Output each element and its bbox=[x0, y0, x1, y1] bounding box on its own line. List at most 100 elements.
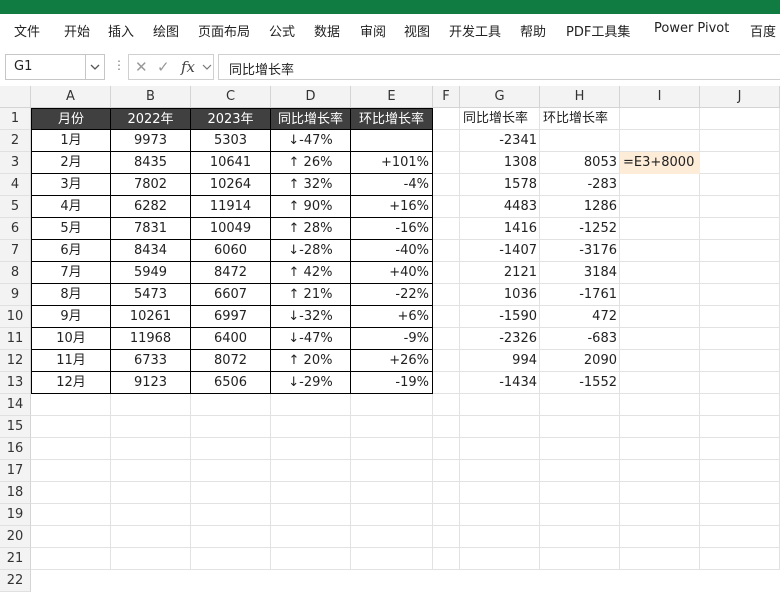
row-header-3[interactable]: 3 bbox=[0, 152, 31, 174]
grid-cell[interactable] bbox=[351, 394, 433, 416]
column-header-g[interactable]: G bbox=[460, 86, 540, 108]
grid-cell[interactable] bbox=[111, 438, 191, 460]
table-header-cell[interactable]: 环比增长率 bbox=[351, 108, 433, 130]
grid-cell[interactable] bbox=[111, 460, 191, 482]
table-cell[interactable]: 4月 bbox=[31, 196, 111, 218]
helper-value-cell[interactable]: -1252 bbox=[540, 218, 620, 240]
grid-cell[interactable] bbox=[191, 526, 271, 548]
grid-cell[interactable] bbox=[460, 482, 540, 504]
grid-cell[interactable] bbox=[351, 438, 433, 460]
helper-value-cell[interactable]: -1407 bbox=[460, 240, 540, 262]
helper-value-cell[interactable]: 1036 bbox=[460, 284, 540, 306]
ribbon-tab[interactable]: 绘图 bbox=[153, 21, 179, 40]
ribbon-tab[interactable]: 百度 bbox=[750, 21, 776, 40]
grid-cell[interactable] bbox=[433, 482, 460, 504]
ribbon-tab[interactable]: 帮助 bbox=[520, 21, 546, 40]
ribbon-tab[interactable]: 开始 bbox=[64, 21, 90, 40]
table-cell[interactable]: 9月 bbox=[31, 306, 111, 328]
ribbon-tab[interactable]: 文件 bbox=[14, 21, 40, 40]
table-cell[interactable]: -16% bbox=[351, 218, 433, 240]
grid-cell[interactable] bbox=[271, 394, 351, 416]
row-header-2[interactable]: 2 bbox=[0, 130, 31, 152]
table-cell[interactable]: 10641 bbox=[191, 152, 271, 174]
grid-cell[interactable] bbox=[433, 240, 460, 262]
grid-cell[interactable] bbox=[620, 350, 700, 372]
table-cell[interactable]: 9123 bbox=[111, 372, 191, 394]
table-cell[interactable] bbox=[351, 130, 433, 152]
more-options-icon[interactable]: ⋮ bbox=[113, 58, 125, 72]
ribbon-tab[interactable]: PDF工具集 bbox=[566, 21, 630, 40]
grid-cell[interactable] bbox=[31, 416, 111, 438]
grid-cell[interactable] bbox=[433, 438, 460, 460]
table-header-cell[interactable]: 2022年 bbox=[111, 108, 191, 130]
grid-cell[interactable] bbox=[620, 196, 700, 218]
grid-cell[interactable] bbox=[433, 284, 460, 306]
grid-cell[interactable] bbox=[620, 504, 700, 526]
grid-cell[interactable] bbox=[271, 416, 351, 438]
grid-cell[interactable] bbox=[620, 372, 700, 394]
grid-cell[interactable] bbox=[620, 284, 700, 306]
grid-cell[interactable] bbox=[433, 174, 460, 196]
helper-value-cell[interactable]: 4483 bbox=[460, 196, 540, 218]
grid-cell[interactable] bbox=[700, 130, 780, 152]
grid-cell[interactable] bbox=[433, 130, 460, 152]
grid-cell[interactable] bbox=[191, 460, 271, 482]
enter-check-icon[interactable]: ✓ bbox=[157, 58, 170, 76]
grid-cell[interactable] bbox=[271, 482, 351, 504]
table-cell[interactable]: 5月 bbox=[31, 218, 111, 240]
grid-cell[interactable] bbox=[540, 504, 620, 526]
row-header-15[interactable]: 15 bbox=[0, 416, 31, 438]
grid-cell[interactable] bbox=[433, 460, 460, 482]
grid-cell[interactable] bbox=[433, 526, 460, 548]
grid-cell[interactable] bbox=[620, 328, 700, 350]
table-cell[interactable]: 11968 bbox=[111, 328, 191, 350]
grid-cell[interactable] bbox=[700, 240, 780, 262]
ribbon-tab[interactable]: 视图 bbox=[404, 21, 430, 40]
helper-value-cell[interactable]: -2341 bbox=[460, 130, 540, 152]
helper-value-cell[interactable]: 1578 bbox=[460, 174, 540, 196]
table-cell[interactable]: 6月 bbox=[31, 240, 111, 262]
cancel-icon[interactable]: ✕ bbox=[135, 58, 148, 76]
table-cell[interactable]: ↓-47% bbox=[271, 130, 351, 152]
grid-cell[interactable] bbox=[351, 482, 433, 504]
table-cell[interactable]: 7月 bbox=[31, 262, 111, 284]
table-cell[interactable]: 6607 bbox=[191, 284, 271, 306]
table-cell[interactable]: 8072 bbox=[191, 350, 271, 372]
table-cell[interactable]: 3月 bbox=[31, 174, 111, 196]
row-header-20[interactable]: 20 bbox=[0, 526, 31, 548]
grid-cell[interactable] bbox=[31, 438, 111, 460]
grid-cell[interactable] bbox=[31, 526, 111, 548]
table-cell[interactable]: 2月 bbox=[31, 152, 111, 174]
table-cell[interactable]: +26% bbox=[351, 350, 433, 372]
row-header-7[interactable]: 7 bbox=[0, 240, 31, 262]
grid-cell[interactable] bbox=[271, 526, 351, 548]
grid-cell[interactable] bbox=[700, 416, 780, 438]
table-header-cell[interactable]: 2023年 bbox=[191, 108, 271, 130]
ribbon-tab[interactable]: 插入 bbox=[108, 21, 134, 40]
ribbon-tab[interactable]: 审阅 bbox=[360, 21, 386, 40]
grid-cell[interactable] bbox=[111, 526, 191, 548]
helper-value-cell[interactable]: -1590 bbox=[460, 306, 540, 328]
ribbon-tab[interactable]: Power Pivot bbox=[654, 21, 729, 36]
helper-header-cell[interactable]: 环比增长率 bbox=[540, 108, 620, 130]
table-cell[interactable]: ↓-32% bbox=[271, 306, 351, 328]
table-cell[interactable]: 5949 bbox=[111, 262, 191, 284]
table-cell[interactable]: 10049 bbox=[191, 218, 271, 240]
row-header-17[interactable]: 17 bbox=[0, 460, 31, 482]
table-cell[interactable]: -4% bbox=[351, 174, 433, 196]
grid-cell[interactable] bbox=[620, 174, 700, 196]
grid-cell[interactable] bbox=[433, 262, 460, 284]
helper-header-cell[interactable]: 同比增长率 bbox=[460, 108, 540, 130]
grid-cell[interactable] bbox=[700, 460, 780, 482]
table-cell[interactable]: 9973 bbox=[111, 130, 191, 152]
grid-cell[interactable] bbox=[271, 504, 351, 526]
grid-cell[interactable] bbox=[620, 526, 700, 548]
grid-cell[interactable] bbox=[31, 394, 111, 416]
table-cell[interactable]: 8472 bbox=[191, 262, 271, 284]
editing-cell-i3[interactable]: =E3+8000 bbox=[620, 152, 700, 174]
formula-input[interactable]: 同比增长率 bbox=[218, 54, 780, 80]
table-cell[interactable]: +6% bbox=[351, 306, 433, 328]
grid-cell[interactable] bbox=[700, 482, 780, 504]
grid-cell[interactable] bbox=[460, 504, 540, 526]
table-cell[interactable]: +40% bbox=[351, 262, 433, 284]
